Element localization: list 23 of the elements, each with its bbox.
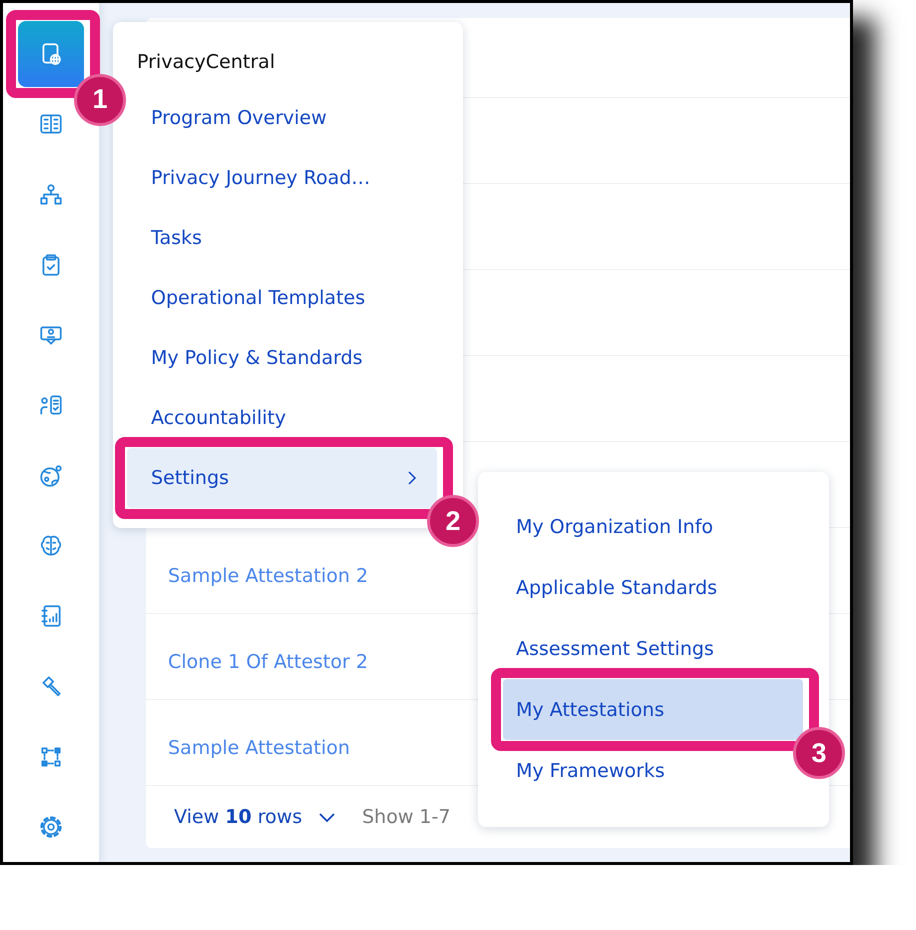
menu-item[interactable]: My Organization Info (503, 506, 720, 547)
menu-title: PrivacyCentral (136, 50, 275, 74)
menu-item[interactable]: Program Overview (127, 98, 333, 138)
menu-item[interactable]: My Attestations (503, 679, 803, 740)
attestation-name-link[interactable]: Sample Attestation (168, 737, 350, 759)
hierarchy-icon (38, 182, 64, 208)
menu-item[interactable]: My Frameworks (503, 750, 671, 791)
menu-item[interactable]: Applicable Standards (503, 567, 724, 608)
menu-item[interactable]: Tasks (127, 218, 208, 258)
planet-icon (38, 462, 64, 489)
row-range-text: Show 1-7 (362, 806, 450, 828)
menu-item[interactable]: Operational Templates (127, 278, 372, 318)
menu-item[interactable]: Settings (127, 448, 437, 508)
chevron-down-icon[interactable] (318, 811, 336, 823)
rows-per-page-dropdown[interactable]: View 10 rows (174, 806, 302, 828)
attestation-name-link[interactable]: Clone 1 Of Attestor 2 (168, 651, 368, 673)
settings-icon (38, 814, 64, 840)
attestation-name-link[interactable]: Sample Attestation 2 (168, 565, 368, 587)
menu-item[interactable]: Accountability (127, 398, 292, 438)
menu-item[interactable]: Assessment Settings (503, 628, 720, 669)
menu-item[interactable]: My Policy & Standards (127, 338, 369, 378)
menu-item[interactable]: Privacy Journey Road… (127, 158, 376, 198)
sidebar-item[interactable] (18, 21, 84, 87)
